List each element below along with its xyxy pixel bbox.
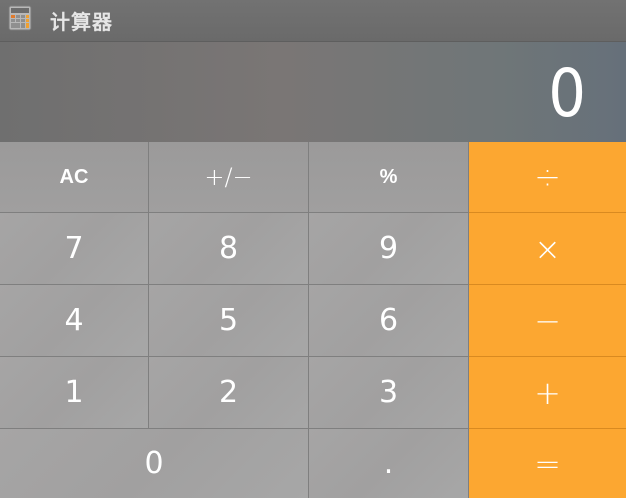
digit-1-button[interactable]: 1 bbox=[0, 357, 149, 429]
digit-5-button[interactable]: 5 bbox=[149, 285, 309, 357]
digit-6-button[interactable]: 6 bbox=[309, 285, 469, 357]
sign-toggle-button[interactable]: +/− bbox=[149, 142, 309, 213]
percent-label: % bbox=[379, 165, 398, 188]
display-value: 0 bbox=[548, 55, 586, 132]
digit-4-button[interactable]: 4 bbox=[0, 285, 149, 357]
digit-4-label: 4 bbox=[64, 303, 84, 338]
clear-button[interactable]: AC bbox=[0, 142, 149, 213]
title-bar[interactable]: 计算器 bbox=[0, 0, 626, 42]
decimal-button[interactable]: . bbox=[309, 429, 469, 498]
calculator-window: 计算器 0 AC +/− % ÷ 7 8 9 × 4 5 6 − 1 2 3 +… bbox=[0, 0, 626, 498]
window-title: 计算器 bbox=[50, 10, 113, 34]
digit-6-label: 6 bbox=[378, 303, 399, 338]
digit-7-label: 7 bbox=[64, 231, 84, 266]
add-label: + bbox=[534, 373, 561, 412]
digit-1-label: 1 bbox=[64, 375, 84, 410]
divide-button[interactable]: ÷ bbox=[469, 142, 626, 213]
percent-button[interactable]: % bbox=[309, 142, 469, 213]
equals-button[interactable]: = bbox=[469, 429, 626, 498]
digit-8-button[interactable]: 8 bbox=[149, 213, 309, 285]
digit-9-label: 9 bbox=[378, 231, 399, 266]
decimal-label: . bbox=[383, 446, 394, 481]
subtract-button[interactable]: − bbox=[469, 285, 626, 357]
multiply-button[interactable]: × bbox=[469, 213, 626, 285]
subtract-label: − bbox=[534, 301, 561, 340]
digit-3-button[interactable]: 3 bbox=[309, 357, 469, 429]
divide-label: ÷ bbox=[534, 158, 561, 196]
digit-2-button[interactable]: 2 bbox=[149, 357, 309, 429]
digit-9-button[interactable]: 9 bbox=[309, 213, 469, 285]
clear-label: AC bbox=[59, 165, 89, 188]
equals-label: = bbox=[534, 444, 561, 483]
calculator-app-icon bbox=[8, 5, 32, 31]
result-display: 0 bbox=[0, 42, 626, 142]
keypad: AC +/− % ÷ 7 8 9 × 4 5 6 − 1 2 3 + 0 . = bbox=[0, 142, 626, 498]
digit-0-button[interactable]: 0 bbox=[0, 429, 309, 498]
sign-toggle-label: +/− bbox=[204, 163, 253, 191]
digit-7-button[interactable]: 7 bbox=[0, 213, 149, 285]
digit-8-label: 8 bbox=[218, 231, 239, 266]
digit-2-label: 2 bbox=[218, 375, 239, 410]
digit-5-label: 5 bbox=[218, 303, 239, 338]
add-button[interactable]: + bbox=[469, 357, 626, 429]
digit-0-label: 0 bbox=[144, 446, 164, 481]
digit-3-label: 3 bbox=[378, 375, 399, 410]
multiply-label: × bbox=[534, 229, 561, 268]
